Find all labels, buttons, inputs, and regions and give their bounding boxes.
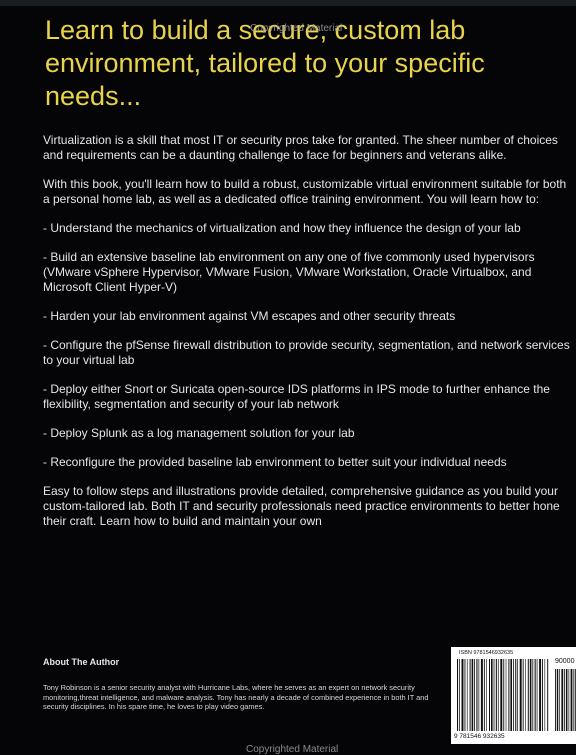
barcode-stripe xyxy=(491,659,493,731)
barcode-stripe xyxy=(474,659,476,731)
barcode-stripe xyxy=(532,659,534,731)
barcode-stripe xyxy=(536,659,538,731)
isbn-label: ISBN 9781546932635 xyxy=(459,650,514,656)
price-code: 90000 xyxy=(555,658,575,665)
barcode-stripe xyxy=(461,659,464,731)
barcode-stripe xyxy=(480,659,483,731)
barcode-stripe xyxy=(534,659,536,731)
barcode-stripe xyxy=(469,659,471,731)
barcode-stripe xyxy=(500,659,503,731)
watermark-top: Copyrighted Material xyxy=(250,23,343,34)
barcode-stripe xyxy=(476,659,478,731)
barcode-stripe xyxy=(486,659,487,731)
barcode-stripe xyxy=(517,659,519,731)
barcode-stripe xyxy=(495,659,497,731)
barcode-digits: 9 781546 932635 xyxy=(454,733,505,740)
barcode-stripe xyxy=(570,669,573,731)
barcode-stripe xyxy=(466,659,468,731)
barcode-stripe xyxy=(510,659,513,731)
barcode-stripe xyxy=(503,659,505,731)
barcode-stripe xyxy=(493,659,495,731)
barcode-stripe xyxy=(542,659,543,731)
barcode-stripe xyxy=(566,669,568,731)
barcode-stripe xyxy=(522,659,524,731)
barcode-stripe xyxy=(459,659,460,731)
watermark-bottom: Copyrighted Material xyxy=(246,744,339,755)
barcode-stripe xyxy=(544,659,546,731)
barcode-stripe xyxy=(497,659,499,731)
isbn-barcode: ISBN 9781546932635 90000 9 781546 932635 xyxy=(451,647,576,744)
description: Virtualization is a skill that most IT o… xyxy=(43,133,573,543)
barcode-bars xyxy=(457,659,549,731)
bullet-item: - Build an extensive baseline lab enviro… xyxy=(43,250,535,294)
barcode-stripe xyxy=(457,659,459,731)
bullet-item: - Reconfigure the provided baseline lab … xyxy=(43,455,507,469)
barcode-stripe xyxy=(515,659,517,731)
barcode-stripe xyxy=(525,659,526,731)
bullet-item: - Harden your lab environment against VM… xyxy=(43,309,456,323)
barcode-stripe xyxy=(564,669,566,731)
barcode-stripe xyxy=(505,659,507,731)
barcode-stripe xyxy=(573,669,575,731)
barcode-stripe xyxy=(529,659,532,731)
barcode-stripe xyxy=(519,659,522,731)
bullet-item: - Deploy either Snort or Suricata open-s… xyxy=(43,382,550,411)
barcode-stripe xyxy=(561,669,564,731)
description-paragraph: With this book, you'll learn how to buil… xyxy=(43,177,567,206)
barcode-stripe xyxy=(471,659,474,731)
barcode-stripe xyxy=(513,659,514,731)
barcode-stripe xyxy=(556,669,559,731)
barcode-addon-bars xyxy=(555,669,576,731)
barcode-stripe xyxy=(539,659,542,731)
about-author-heading: About The Author xyxy=(43,657,120,667)
barcode-stripe xyxy=(555,669,556,731)
about-author-text: Tony Robinson is a senior security analy… xyxy=(43,683,429,711)
barcode-stripe xyxy=(568,669,570,731)
description-paragraph: Virtualization is a skill that most IT o… xyxy=(43,133,558,162)
barcode-stripe xyxy=(547,659,549,731)
bullet-item: - Configure the pfSense firewall distrib… xyxy=(43,338,570,367)
book-back-cover: Learn to build a secure, custom lab envi… xyxy=(0,0,576,755)
bullet-item: - Understand the mechanics of virtualiza… xyxy=(43,221,521,235)
description-paragraph: Easy to follow steps and illustrations p… xyxy=(43,484,560,528)
barcode-stripe xyxy=(508,659,510,731)
bullet-item: - Deploy Splunk as a log management solu… xyxy=(43,426,355,440)
barcode-stripe xyxy=(464,659,466,731)
barcode-stripe xyxy=(478,659,480,731)
barcode-stripe xyxy=(527,659,529,731)
barcode-stripe xyxy=(489,659,490,731)
cover-top-edge xyxy=(0,0,576,6)
barcode-stripe xyxy=(483,659,485,731)
barcode-stripe xyxy=(559,669,561,731)
